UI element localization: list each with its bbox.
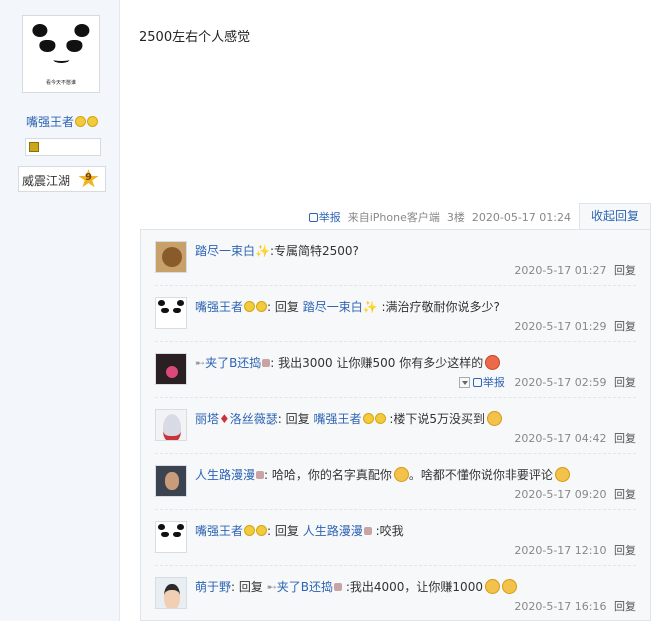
reply-word: 回复 [285, 412, 310, 426]
reply-time: 2020-5-17 04:42 [514, 432, 607, 445]
list-item: 丽塔♦洛丝薇瑟: 回复 嘴强王者 :楼下说5万没买到 2020-5-17 04:… [141, 398, 650, 454]
reply-avatar[interactable] [155, 577, 187, 609]
emoji-icon [362, 413, 374, 424]
report-link[interactable]: 举报 [472, 376, 505, 389]
emoji-icon [244, 301, 256, 312]
emoji-icon [393, 467, 409, 482]
badge-icon: ➸ [266, 580, 277, 594]
poster-name[interactable]: 嘴强王者 [26, 113, 99, 130]
reply-author-suffix[interactable]: 洛丝薇瑟 [230, 412, 278, 426]
rose-icon: ♦ [219, 412, 230, 426]
list-item: 踏尽一束白✨:专属简特2500? 2020-5-17 01:27 回复 [141, 230, 650, 286]
emoji-icon [256, 525, 268, 536]
reply-text: :咬我 [375, 524, 404, 538]
rank-label: 威震江湖 [22, 174, 71, 188]
reply-button[interactable]: 回复 [614, 376, 636, 389]
reply-author[interactable]: 嘴强王者 [195, 300, 243, 314]
list-item: 嘴强王者: 回复 人生路漫漫 :咬我 2020-5-17 12:10 回复 [141, 510, 650, 566]
reply-time: 2020-5-17 02:59 [514, 376, 607, 389]
reply-button[interactable]: 回复 [614, 600, 636, 613]
user-sidebar: 看今天不憋谁 嘴强王者 威震江湖 9 [0, 0, 120, 621]
reply-time: 2020-5-17 01:29 [514, 320, 607, 333]
fold-replies-button[interactable]: 收起回复 [579, 203, 651, 230]
reply-author[interactable]: 人生路漫漫 [195, 468, 255, 482]
reply-text: :专属简特2500? [269, 244, 359, 258]
reply-author[interactable]: 丽塔 [195, 412, 219, 426]
reply-word: 回复 [274, 524, 299, 538]
reply-text: :我出4000，让你赚1000 [345, 580, 483, 594]
reply-avatar[interactable] [155, 297, 187, 329]
reply-author[interactable]: 萌于野 [195, 580, 231, 594]
report-icon [308, 213, 318, 222]
reply-avatar[interactable] [155, 521, 187, 553]
reply-target[interactable]: 夹了B还捣 [277, 580, 333, 594]
reply-text: :满治疗敬耐你说多少? [381, 300, 500, 314]
reply-avatar[interactable] [155, 353, 187, 385]
medal-icon[interactable] [29, 142, 39, 152]
dropdown-icon[interactable] [458, 377, 470, 388]
emoji-icon [485, 355, 501, 370]
post-source: 来自iPhone客户端 [347, 211, 440, 224]
emoji-icon [554, 467, 570, 482]
report-icon [472, 378, 482, 387]
reply-time: 2020-5-17 16:16 [514, 600, 607, 613]
tag-icon [256, 471, 265, 479]
list-item: 嘴强王者: 回复 踏尽一束白✨ :满治疗敬耐你说多少? 2020-5-17 01… [141, 286, 650, 342]
reply-button[interactable]: 回复 [614, 432, 636, 445]
emoji-icon [501, 579, 517, 594]
post-content: 2500左右个人感觉 [139, 30, 251, 45]
reply-text-continued: 。啥都不懂你说你非要评论 [408, 468, 553, 482]
post-time: 2020-05-17 01:24 [471, 211, 571, 224]
list-item: 萌于野: 回复 ➸夹了B还捣 :我出4000，让你赚1000 2020-5-17… [141, 566, 650, 621]
reply-avatar[interactable] [155, 241, 187, 273]
list-item: 人生路漫漫 : 哈哈，你的名字真配你 。啥都不懂你说你非要评论 2020-5-17 … [141, 454, 650, 510]
reply-target[interactable]: 嘴强王者 [314, 412, 362, 426]
sparkle-icon: ✨ [255, 244, 270, 258]
badge-icon: ➸ [195, 356, 206, 370]
reply-panel: 踏尽一束白✨:专属简特2500? 2020-5-17 01:27 回复 嘴强王者… [140, 229, 651, 621]
reply-text: : 我出3000 让你赚500 你有多少这样的 [270, 356, 484, 370]
poster-avatar[interactable]: 看今天不憋谁 [22, 15, 100, 93]
emoji-icon [374, 413, 386, 424]
reply-word: 回复 [274, 300, 299, 314]
report-link[interactable]: 举报 [308, 211, 341, 224]
reply-time: 2020-5-17 01:27 [514, 264, 607, 277]
emoji-icon [487, 411, 503, 426]
tag-icon [334, 583, 343, 591]
reply-avatar[interactable] [155, 465, 187, 497]
emoji-icon [256, 301, 268, 312]
level-number: 9 [85, 172, 92, 183]
reply-target[interactable]: 人生路漫漫 [303, 524, 363, 538]
reply-button[interactable]: 回复 [614, 488, 636, 501]
reply-word: 回复 [238, 580, 263, 594]
reply-author[interactable]: 嘴强王者 [195, 524, 243, 538]
avatar-caption: 看今天不憋谁 [45, 80, 76, 86]
reply-avatar[interactable] [155, 409, 187, 441]
reply-target[interactable]: 踏尽一束白 [303, 300, 363, 314]
medal-box [25, 138, 101, 156]
reply-button[interactable]: 回复 [614, 264, 636, 277]
reply-text: :楼下说5万没买到 [389, 412, 486, 426]
emoji-icon [484, 579, 500, 594]
tag-icon [363, 527, 372, 535]
panda-image [32, 23, 90, 71]
list-item: ➸夹了B还捣 : 我出3000 让你赚500 你有多少这样的 举报 2020-5-… [141, 342, 650, 398]
reply-author[interactable]: 夹了B还捣 [205, 356, 261, 370]
reply-time: 2020-5-17 09:20 [514, 488, 607, 501]
reply-author[interactable]: 踏尽一束白 [195, 244, 255, 258]
reply-time: 2020-5-17 12:10 [514, 544, 607, 557]
sparkle-icon: ✨ [362, 300, 378, 314]
emoji-icon [87, 116, 99, 127]
reply-button[interactable]: 回复 [614, 320, 636, 333]
reply-text: : 哈哈，你的名字真配你 [264, 468, 392, 482]
emoji-icon [75, 116, 87, 127]
rank-badge[interactable]: 威震江湖 9 [18, 166, 106, 192]
emoji-icon [244, 525, 256, 536]
reply-button[interactable]: 回复 [614, 544, 636, 557]
post-meta: 举报 来自iPhone客户端 3楼 2020-05-17 01:24 [308, 209, 571, 225]
post-floor: 3楼 [446, 211, 465, 224]
